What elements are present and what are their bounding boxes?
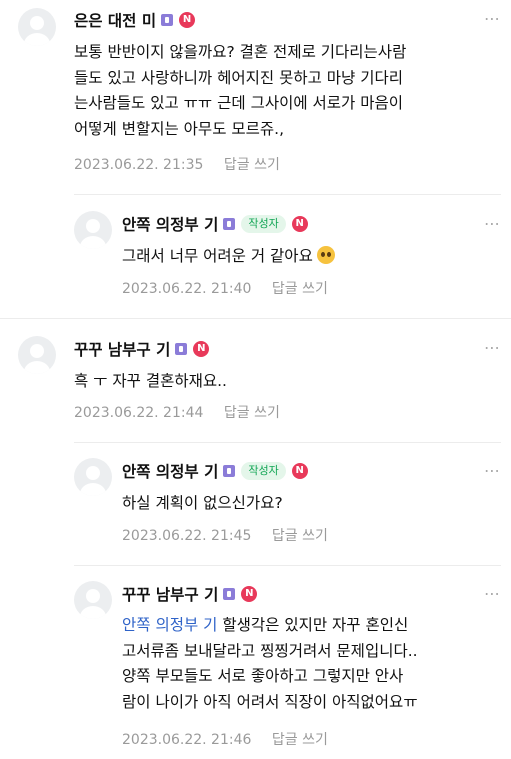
divider xyxy=(74,565,501,566)
author-name[interactable]: 꾸꾸 남부구 기 xyxy=(74,338,170,360)
pleading-face-icon xyxy=(316,246,335,264)
level-badge-icon xyxy=(161,14,174,26)
more-options-icon[interactable]: ⋯ xyxy=(484,461,501,480)
reply-button[interactable]: 답글 쓰기 xyxy=(224,405,280,421)
more-options-icon[interactable]: ⋯ xyxy=(484,214,501,233)
avatar[interactable] xyxy=(18,8,56,46)
new-badge: N xyxy=(193,341,210,357)
new-badge: N xyxy=(179,12,196,28)
level-badge-icon xyxy=(223,588,236,600)
more-options-icon[interactable]: ⋯ xyxy=(484,338,501,357)
divider xyxy=(74,194,501,195)
timestamp: 2023.06.22. 21:44 xyxy=(74,405,204,421)
comment-text: 흑 ㅜ 자꾸 결혼하재요.. xyxy=(74,372,227,390)
divider xyxy=(74,442,501,443)
more-options-icon[interactable]: ⋯ xyxy=(484,584,501,603)
reply-button[interactable]: 답글 쓰기 xyxy=(272,528,328,544)
comment-text: 하실 계획이 없으신가요? xyxy=(122,494,283,512)
comment-text: 보통 반반이지 않을까요? 결혼 전제로 기다리는사람 들도 있고 사랑하니까 … xyxy=(74,43,407,138)
author-name[interactable]: 안쪽 의정부 기 xyxy=(122,213,218,235)
author-badge: 작성자 xyxy=(241,215,286,233)
author-name[interactable]: 은은 대전 미 xyxy=(74,9,156,31)
reply-button[interactable]: 답글 쓰기 xyxy=(272,732,328,748)
comment-text: 그래서 너무 어려운 거 같아요 xyxy=(122,244,335,270)
avatar[interactable] xyxy=(74,581,112,619)
timestamp: 2023.06.22. 21:35 xyxy=(74,157,204,173)
level-badge-icon xyxy=(223,465,236,477)
timestamp: 2023.06.22. 21:45 xyxy=(122,528,252,544)
new-badge: N xyxy=(291,216,308,232)
author-name[interactable]: 꾸꾸 남부구 기 xyxy=(122,583,218,605)
new-badge: N xyxy=(291,463,308,479)
avatar[interactable] xyxy=(74,211,112,249)
author-name[interactable]: 안쪽 의정부 기 xyxy=(122,460,218,482)
more-options-icon[interactable]: ⋯ xyxy=(484,9,501,28)
level-badge-icon xyxy=(175,343,188,355)
reply-button[interactable]: 답글 쓰기 xyxy=(272,281,328,297)
reply-button[interactable]: 답글 쓰기 xyxy=(224,157,280,173)
timestamp: 2023.06.22. 21:40 xyxy=(122,281,252,297)
comment-text: 안쪽 의정부 기 할생각은 있지만 자꾸 혼인신 고서류좀 보내달라고 찡찡거려… xyxy=(122,616,418,711)
level-badge-icon xyxy=(223,218,236,230)
avatar[interactable] xyxy=(74,458,112,496)
avatar[interactable] xyxy=(18,336,56,374)
new-badge: N xyxy=(241,586,258,602)
divider xyxy=(0,318,511,319)
mention-link[interactable]: 안쪽 의정부 기 xyxy=(122,616,217,634)
timestamp: 2023.06.22. 21:46 xyxy=(122,732,252,748)
author-badge: 작성자 xyxy=(241,462,286,480)
